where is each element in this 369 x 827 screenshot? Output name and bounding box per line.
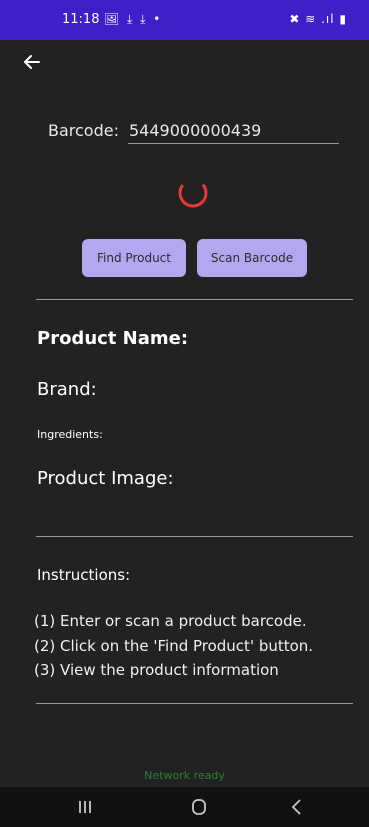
arrow-left-icon — [24, 55, 40, 69]
find-product-button[interactable]: Find Product — [82, 239, 186, 277]
system-status-icons: ✖ ≋ .ıl ▮ — [289, 12, 347, 26]
instruction-step: (1) Enter or scan a product barcode. — [34, 612, 307, 630]
nav-home-button[interactable] — [184, 795, 214, 819]
instructions-title: Instructions: — [37, 566, 131, 584]
product-image-label: Product Image: — [37, 468, 174, 489]
scan-barcode-button[interactable]: Scan Barcode — [197, 239, 307, 277]
navigation-bar — [0, 787, 369, 827]
instruction-step: (2) Click on the 'Find Product' button. — [34, 637, 314, 655]
back-button[interactable] — [22, 52, 48, 78]
divider — [36, 536, 353, 537]
divider — [36, 299, 353, 300]
instruction-step: (3) View the product information — [34, 661, 279, 679]
status-bar: 11:18 🖼 ⤓ ⤓ • ✖ ≋ .ıl ▮ — [0, 0, 369, 40]
status-time: 11:18 — [62, 12, 100, 27]
ingredients-label: Ingredients: — [37, 428, 103, 441]
divider — [36, 703, 353, 704]
home-icon — [192, 799, 206, 815]
network-status: Network ready — [144, 769, 225, 782]
nav-back-button[interactable] — [282, 795, 312, 819]
recents-icon — [79, 801, 91, 813]
brand-label: Brand: — [37, 379, 97, 400]
back-icon — [291, 799, 301, 815]
barcode-label: Barcode: — [48, 121, 119, 140]
barcode-input[interactable] — [128, 117, 339, 144]
nav-recents-button[interactable] — [70, 795, 100, 819]
product-name-label: Product Name: — [37, 328, 189, 349]
notification-icons: 🖼 ⤓ ⤓ • — [104, 12, 163, 26]
loading-spinner-icon — [178, 178, 208, 208]
